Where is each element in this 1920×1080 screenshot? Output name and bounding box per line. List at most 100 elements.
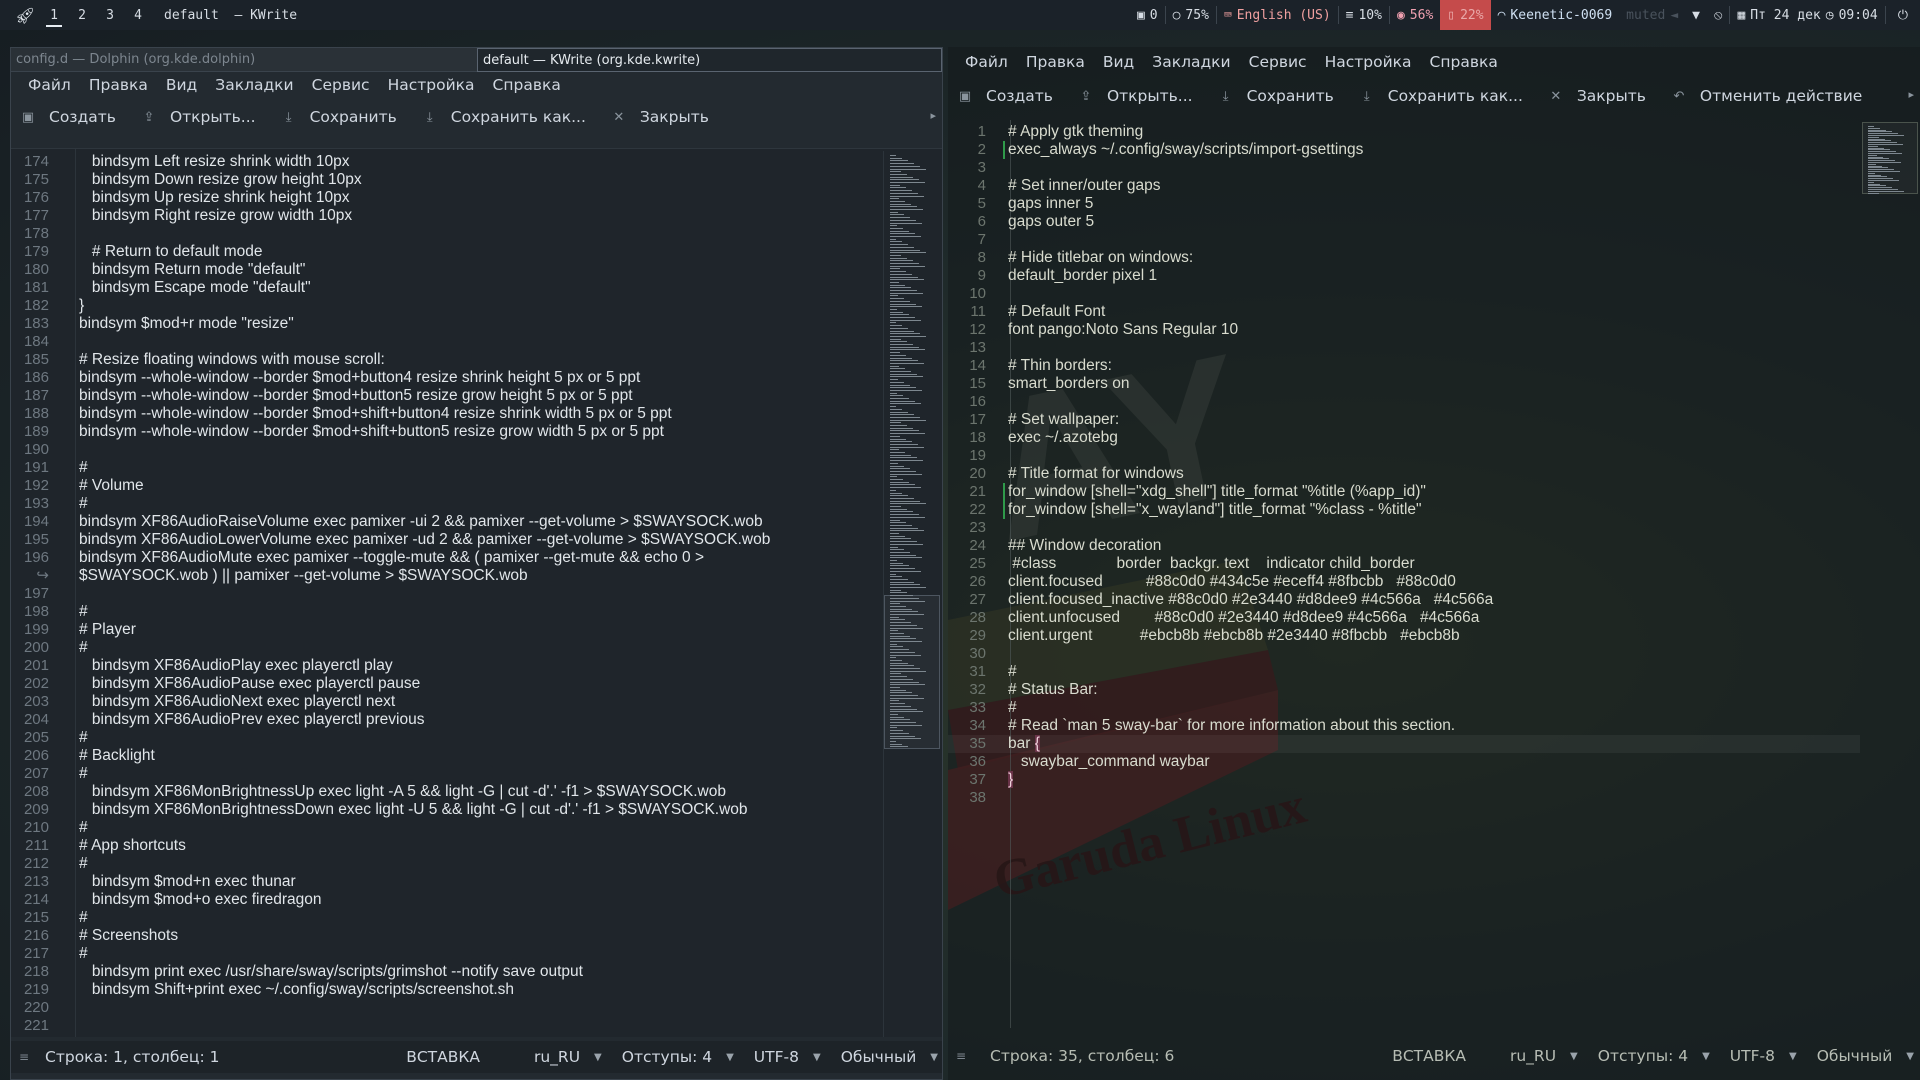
code-line[interactable]: 178 <box>11 225 882 243</box>
new-button[interactable]: ▣ Создать <box>21 108 116 126</box>
code-line[interactable]: 22 for_window [shell="x_wayland"] title_f… <box>948 501 1860 519</box>
keyboard-module[interactable]: ⌨ English (US) <box>1217 0 1338 30</box>
cursor-position[interactable]: Строка: 1, столбец: 1 <box>45 1048 220 1066</box>
code-line[interactable]: 183 bindsym $mod+r mode "resize" <box>11 315 882 333</box>
code-line[interactable]: 205 # <box>11 729 882 747</box>
code-line[interactable]: 187 bindsym --whole-window --border $mod+… <box>11 387 882 405</box>
code-line[interactable]: 31 # <box>948 663 1860 681</box>
code-line[interactable]: 198 # <box>11 603 882 621</box>
code-line[interactable]: 12 font pango:Noto Sans Regular 10 <box>948 321 1860 339</box>
code-line[interactable]: 30 <box>948 645 1860 663</box>
menu-file[interactable]: Файл <box>956 53 1017 71</box>
code-line[interactable]: 204 bindsym XF86AudioPrev exec playerctl… <box>11 711 882 729</box>
power-button[interactable]: ⏻ <box>1886 0 1920 30</box>
code-line[interactable]: 196 bindsym XF86AudioMute exec pamixer --… <box>11 549 882 567</box>
wifi-module[interactable]: ◠ Keenetic-0069 <box>1491 0 1620 30</box>
code-line[interactable]: 7 <box>948 231 1860 249</box>
sidebar-toggle-icon[interactable]: ≡ <box>956 1049 976 1063</box>
minimap-viewport[interactable] <box>884 595 940 749</box>
clock-module[interactable]: ▦ Пт 24 дек ◷ 09:04 <box>1730 0 1884 30</box>
menu-settings[interactable]: Настройка <box>379 76 484 94</box>
code-line[interactable]: 8 # Hide titlebar on windows: <box>948 249 1860 267</box>
language-select[interactable]: ru_RU ▼ <box>524 1048 612 1066</box>
kwrite-window-left[interactable]: config.d — Dolphin (org.kde.dolphin) def… <box>10 47 943 1080</box>
code-line[interactable]: 203 bindsym XF86AudioNext exec playerctl… <box>11 693 882 711</box>
code-line[interactable]: 177 bindsym Right resize grow width 10px <box>11 207 882 225</box>
code-line[interactable]: 189 bindsym --whole-window --border $mod+… <box>11 423 882 441</box>
workspace-4[interactable]: 4 <box>124 0 152 30</box>
menu-file[interactable]: Файл <box>19 76 80 94</box>
code-line[interactable]: 186 bindsym --whole-window --border $mod+… <box>11 369 882 387</box>
cpu-module[interactable]: ○ 75% <box>1166 0 1216 30</box>
battery-module[interactable]: ▯ 22% <box>1440 0 1491 30</box>
code-line[interactable]: ↪ $SWAYSOCK.wob ) || pamixer --get-volume… <box>11 567 882 585</box>
code-line[interactable]: 215 # <box>11 909 882 927</box>
code-line[interactable]: 197 <box>11 585 882 603</box>
code-line[interactable]: 210 # <box>11 819 882 837</box>
indent-select[interactable]: Отступы: 4 ▼ <box>612 1048 744 1066</box>
code-line[interactable]: 209 bindsym XF86MonBrightnessDown exec l… <box>11 801 882 819</box>
code-line[interactable]: 38 <box>948 789 1860 807</box>
code-line[interactable]: 182} <box>11 297 882 315</box>
menu-bookmarks[interactable]: Закладки <box>206 76 302 94</box>
code-line[interactable]: 3 <box>948 159 1860 177</box>
code-line[interactable]: 202 bindsym XF86AudioPause exec playerct… <box>11 675 882 693</box>
code-line[interactable]: 219 bindsym Shift+print exec ~/.config/s… <box>11 981 882 999</box>
menu-edit[interactable]: Правка <box>80 76 157 94</box>
code-line[interactable]: 200 # <box>11 639 882 657</box>
code-line[interactable]: 9 default_border pixel 1 <box>948 267 1860 285</box>
save-button[interactable]: ⤓ Сохранить <box>282 108 397 126</box>
code-line[interactable]: 199 # Player <box>11 621 882 639</box>
code-line[interactable]: 175 bindsym Down resize grow height 10px <box>11 171 882 189</box>
menu-settings[interactable]: Настройка <box>1316 53 1421 71</box>
code-line[interactable]: 214 bindsym $mod+o exec firedragon <box>11 891 882 909</box>
network-module[interactable]: ▼ <box>1685 0 1707 30</box>
minimap-scrollbar[interactable] <box>1862 122 1918 1028</box>
audio-module[interactable]: muted ◄ <box>1619 0 1685 30</box>
menu-tools[interactable]: Сервис <box>1240 53 1316 71</box>
menu-tools[interactable]: Сервис <box>303 76 379 94</box>
code-line[interactable]: 216 # Screenshots <box>11 927 882 945</box>
new-button[interactable]: ▣ Создать <box>958 87 1053 105</box>
code-line[interactable]: 6 gaps outer 5 <box>948 213 1860 231</box>
code-line[interactable]: 24 ## Window decoration <box>948 537 1860 555</box>
code-line[interactable]: 11 # Default Font <box>948 303 1860 321</box>
idle-inhibitor[interactable]: ⦸ <box>1707 0 1729 30</box>
code-line[interactable]: 213 bindsym $mod+n exec thunar <box>11 873 882 891</box>
code-line[interactable]: 25 #class border backgr. text indicator … <box>948 555 1860 573</box>
code-line[interactable]: 17 # Set wallpaper: <box>948 411 1860 429</box>
code-line[interactable]: 36 swaybar_command waybar <box>948 753 1860 771</box>
code-line[interactable]: 193 # <box>11 495 882 513</box>
code-line[interactable]: 180 bindsym Return mode "default" <box>11 261 882 279</box>
code-line[interactable]: 179 # Return to default mode <box>11 243 882 261</box>
code-line[interactable]: 34 # Read `man 5 sway-bar` for more infor… <box>948 717 1860 735</box>
code-line[interactable]: 23 <box>948 519 1860 537</box>
code-line[interactable]: 10 <box>948 285 1860 303</box>
code-line[interactable]: 206 # Backlight <box>11 747 882 765</box>
code-line[interactable]: 21 for_window [shell="xdg_shell"] title_f… <box>948 483 1860 501</box>
code-line[interactable]: 5 gaps inner 5 <box>948 195 1860 213</box>
code-line[interactable]: 26 client.focused #88c0d0 #434c5e #eceff4… <box>948 573 1860 591</box>
code-line[interactable]: 16 <box>948 393 1860 411</box>
code-line[interactable]: 185 # Resize floating windows with mouse … <box>11 351 882 369</box>
rocket-icon[interactable]: 🚀︎ <box>10 6 40 25</box>
code-line[interactable]: 2 exec_always ~/.config/sway/scripts/impo… <box>948 141 1860 159</box>
code-line[interactable]: 212 # <box>11 855 882 873</box>
code-line[interactable]: 27 client.focused_inactive #88c0d0 #2e344… <box>948 591 1860 609</box>
code-line[interactable]: 181 bindsym Escape mode "default" <box>11 279 882 297</box>
code-line[interactable]: 19 <box>948 447 1860 465</box>
code-line[interactable]: 220 <box>11 999 882 1017</box>
tab-kwrite[interactable]: default — KWrite (org.kde.kwrite) <box>477 48 942 72</box>
code-line[interactable]: 218 bindsym print exec /usr/share/sway/s… <box>11 963 882 981</box>
text-editor[interactable]: 174 bindsym Left resize shrink width 10p… <box>11 148 942 1037</box>
menu-edit[interactable]: Правка <box>1017 53 1094 71</box>
save-as-button[interactable]: ⤓ Сохранить как... <box>423 108 586 126</box>
code-line[interactable]: 184 <box>11 333 882 351</box>
code-line[interactable]: 13 <box>948 339 1860 357</box>
code-line[interactable]: 211 # App shortcuts <box>11 837 882 855</box>
kwrite-window-right[interactable]: Файл Правка Вид Закладки Сервис Настройк… <box>948 47 1920 1080</box>
syntax-select[interactable]: Обычный ▼ <box>831 1048 942 1066</box>
input-mode[interactable]: ВСТАВКА <box>1382 1047 1476 1065</box>
code-line[interactable]: 194 bindsym XF86AudioRaiseVolume exec pam… <box>11 513 882 531</box>
menu-view[interactable]: Вид <box>1094 53 1143 71</box>
